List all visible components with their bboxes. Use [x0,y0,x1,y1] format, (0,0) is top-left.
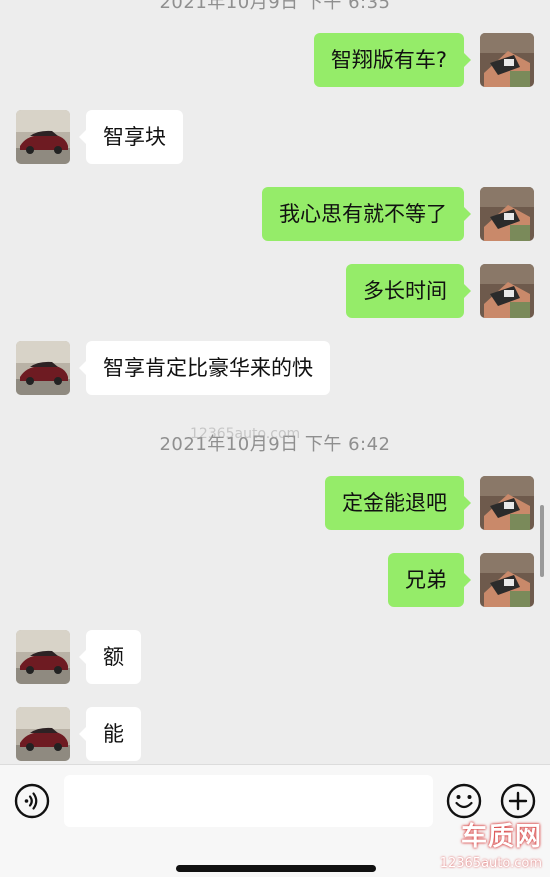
timestamp: 2021年10月9日 下午 6:35 [159,0,391,13]
watermark-logo: 车质网 [460,822,542,852]
contact-avatar[interactable] [16,630,70,684]
message-bubble[interactable]: 智翔版有车? [313,33,472,87]
emoji-button[interactable] [446,783,482,819]
scrollbar[interactable] [540,505,544,577]
message-bubble[interactable]: 兄弟 [388,553,471,607]
message-bubble[interactable]: 额 [79,630,141,684]
message-incoming: 能 [0,707,550,763]
watermark-url: 12365auto.com [439,856,542,871]
message-outgoing: 定金能退吧 [0,476,550,532]
self-avatar[interactable] [480,476,534,530]
message-bubble[interactable]: 多长时间 [346,264,471,318]
message-incoming: 额 [0,630,550,686]
message-outgoing: 多长时间 [0,264,550,320]
home-indicator [176,865,376,872]
contact-avatar[interactable] [16,707,70,761]
more-button[interactable] [500,783,536,819]
self-avatar[interactable] [480,187,534,241]
message-outgoing: 兄弟 [0,553,550,609]
plus-icon [500,783,536,819]
emoji-icon [446,783,482,819]
message-bubble[interactable]: 能 [79,707,141,761]
self-avatar[interactable] [480,33,534,87]
voice-icon [14,783,50,819]
message-outgoing: 智翔版有车? [0,33,550,89]
message-incoming: 智享块 [0,110,550,166]
watermark-overlay: 12365auto.com [190,426,301,442]
message-bubble[interactable]: 定金能退吧 [325,476,471,530]
message-outgoing: 我心思有就不等了 [0,187,550,243]
message-bubble[interactable]: 智享肯定比豪华来的快 [79,341,330,395]
contact-avatar[interactable] [16,341,70,395]
self-avatar[interactable] [480,553,534,607]
message-bubble[interactable]: 智享块 [79,110,183,164]
input-toolbar: 车质网 12365auto.com [0,764,550,877]
message-input[interactable] [64,775,433,827]
message-incoming: 智享肯定比豪华来的快 [0,341,550,397]
contact-avatar[interactable] [16,110,70,164]
message-bubble[interactable]: 我心思有就不等了 [262,187,471,241]
voice-button[interactable] [14,783,50,819]
self-avatar[interactable] [480,264,534,318]
